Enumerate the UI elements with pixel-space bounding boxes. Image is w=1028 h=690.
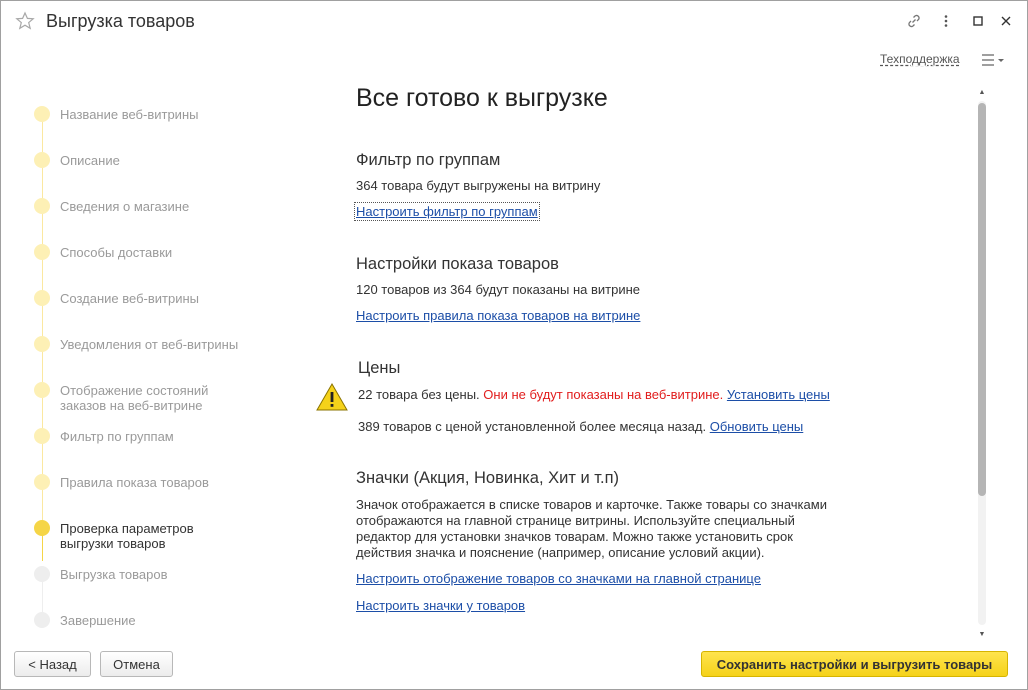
- step-dot: [34, 198, 50, 214]
- steps-line-done: [42, 117, 43, 530]
- main-content: Все готово к выгрузке Фильтр по группам …: [315, 81, 975, 641]
- window-title: Выгрузка товаров: [46, 11, 195, 31]
- step-dot: [34, 244, 50, 260]
- star-icon[interactable]: [15, 11, 35, 31]
- export-window: Выгрузка товаров Техподдержка Название в…: [0, 0, 1028, 690]
- step-dot: [34, 474, 50, 490]
- step-dot: [34, 566, 50, 582]
- step-dot: [34, 428, 50, 444]
- cancel-button[interactable]: Отмена: [100, 651, 173, 677]
- no-price-text: 22 товара без цены.: [358, 387, 480, 402]
- configure-item-badges-link[interactable]: Настроить значки у товаров: [356, 598, 525, 613]
- step-dot: [34, 290, 50, 306]
- display-summary: 120 товаров из 364 будут показаны на вит…: [356, 282, 641, 297]
- step-dot: [34, 336, 50, 352]
- filter-summary: 364 товара будут выгружены на витрину: [356, 178, 601, 193]
- display-section-title: Настройки показа товаров: [356, 255, 559, 273]
- maximize-icon[interactable]: [969, 12, 987, 30]
- badges-description-line: действия значка и пояснение (например, о…: [356, 545, 765, 560]
- warning-icon: [316, 382, 348, 411]
- step-label: Сведения о магазине: [60, 199, 190, 214]
- save-and-export-button[interactable]: Сохранить настройки и выгрузить товары: [701, 651, 1008, 677]
- configure-display-link[interactable]: Настроить правила показа товаров на витр…: [356, 308, 640, 323]
- close-icon[interactable]: [997, 12, 1015, 30]
- badges-description-line: отображаются на главной странице витрины…: [356, 513, 795, 528]
- step-dot: [34, 382, 50, 398]
- filter-section-title: Фильтр по группам: [356, 151, 501, 169]
- configure-filter-link[interactable]: Настроить фильтр по группам: [354, 202, 540, 221]
- title-bar: Выгрузка товаров: [1, 1, 1027, 43]
- badges-description-line: редактор для установки значков товарам. …: [356, 529, 793, 544]
- configure-main-page-badges-link[interactable]: Настроить отображение товаров со значкам…: [356, 571, 761, 586]
- step-label: Фильтр по группам: [60, 429, 174, 444]
- step-dot: [34, 152, 50, 168]
- step-label: Правила показа товаров: [60, 475, 209, 490]
- step-label: Завершение: [60, 613, 136, 628]
- step-label: Отображение состояний заказов на веб-вит…: [60, 383, 209, 413]
- step-dot: [34, 106, 50, 122]
- badges-description-line: Значок отображается в списке товаров и к…: [356, 497, 827, 512]
- step-dot: [34, 612, 50, 628]
- support-link[interactable]: Техподдержка: [880, 52, 960, 66]
- wizard-steps: Название веб-витрины Описание Сведения о…: [31, 99, 311, 639]
- more-vertical-icon[interactable]: [937, 12, 955, 30]
- set-prices-link[interactable]: Установить цены: [727, 387, 830, 402]
- scroll-up-arrow[interactable]: ▲: [978, 89, 986, 97]
- link-icon[interactable]: [905, 12, 923, 30]
- step-label: Уведомления от веб-витрины: [60, 337, 239, 352]
- page-title: Все готово к выгрузке: [356, 84, 608, 112]
- step-label: Способы доставки: [60, 245, 173, 260]
- step-label: Выгрузка товаров: [60, 567, 168, 582]
- step-label: Проверка параметров выгрузки товаров: [60, 521, 194, 551]
- step-label: Название веб-витрины: [60, 107, 199, 122]
- scrollbar-thumb[interactable]: [978, 103, 986, 496]
- back-button[interactable]: < Назад: [14, 651, 91, 677]
- update-prices-link[interactable]: Обновить цены: [710, 419, 804, 434]
- no-price-warning: Они не будут показаны на веб-витрине.: [483, 387, 724, 402]
- step-label: Создание веб-витрины: [60, 291, 200, 306]
- badges-section-title: Значки (Акция, Новинка, Хит и т.п): [356, 469, 620, 487]
- step-dot-current: [34, 520, 50, 536]
- step-label: Описание: [60, 153, 120, 168]
- prices-section-title: Цены: [358, 359, 401, 377]
- old-price-text: 389 товаров с ценой установленной более …: [358, 419, 707, 434]
- scroll-down-arrow[interactable]: ▼: [978, 631, 986, 639]
- menu-icon[interactable]: [980, 52, 1008, 68]
